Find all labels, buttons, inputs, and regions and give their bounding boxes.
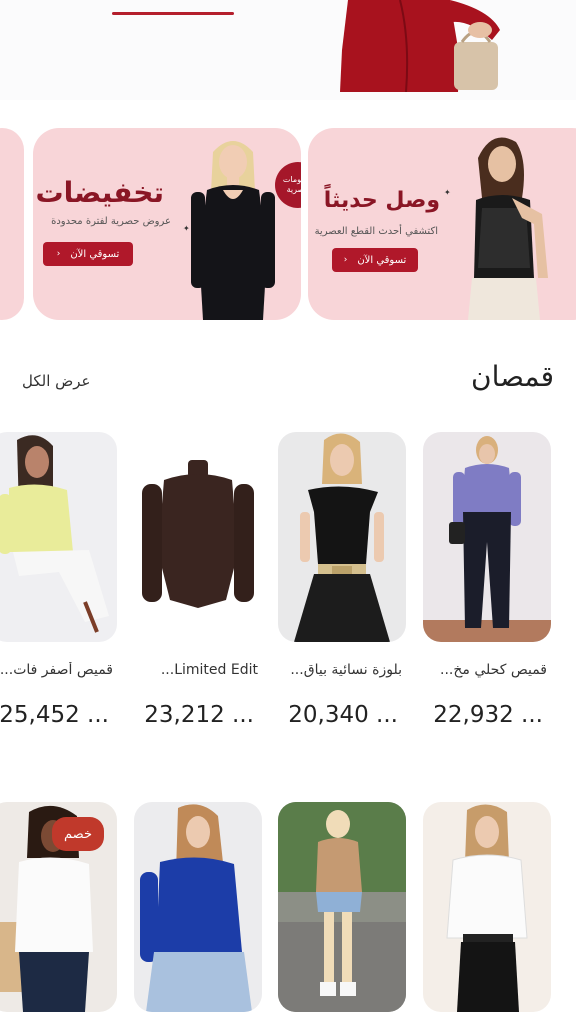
product-image [134,802,262,1012]
hero-banner[interactable] [0,0,576,100]
product-image [423,432,551,642]
promo-banners-carousel[interactable]: خصومات حصرية تخفيضات عروض حصرية لفترة مح… [0,128,576,322]
product-name: Limited Edit... [160,662,258,678]
chevron-left-icon: ‹ [343,255,348,265]
sale-banner-subtitle: عروض حصرية لفترة محدودة [51,216,171,227]
product-price: 25,452 ... [0,702,109,728]
sale-banner[interactable]: خصومات حصرية تخفيضات عروض حصرية لفترة مح… [33,128,301,320]
new-arrivals-title: وصل حديثاً [323,188,440,213]
section-title: قمصان [471,360,554,393]
view-all-link[interactable]: عرض الكل [22,372,91,390]
product-name: قميص كحلي مخ... [440,662,547,678]
product-name: بلوزة نسائية بياق... [290,662,402,678]
new-arrivals-banner[interactable]: وصل حديثاً اكتشفي أحدث القطع العصرية تسو… [308,128,576,320]
product-image [423,802,551,1012]
hero-model-image [340,0,500,92]
shop-now-label: تسوقي الآن [70,248,120,260]
sparkle-icon: ✦ [183,224,190,233]
hero-indicator [112,12,234,15]
product-image [278,802,406,1012]
product-price: 20,340 ... [288,702,398,728]
new-arrivals-subtitle: اكتشفي أحدث القطع العصرية [314,226,438,237]
product-price: 22,932 ... [433,702,543,728]
sale-banner-title: تخفيضات [35,176,164,209]
banner-partial[interactable] [0,128,24,320]
product-image [278,432,406,642]
discount-badge: خصم [52,817,104,851]
product-image [134,432,262,642]
shop-now-label: تسوقي الآن [357,254,407,266]
new-arrivals-model-image [468,137,548,320]
product-image [0,432,117,642]
sparkle-icon: ✦ [444,188,451,197]
product-price: 23,212 ... [144,702,254,728]
product-name: قميص أصفر فات... [0,662,113,678]
new-arrivals-shop-now-button[interactable]: تسوقي الآن ‹ [332,248,418,272]
sale-model-image [191,141,275,320]
chevron-left-icon: ‹ [56,249,61,259]
app-screen: خصومات حصرية تخفيضات عروض حصرية لفترة مح… [0,0,576,1024]
sale-shop-now-button[interactable]: تسوقي الآن ‹ [43,242,133,266]
